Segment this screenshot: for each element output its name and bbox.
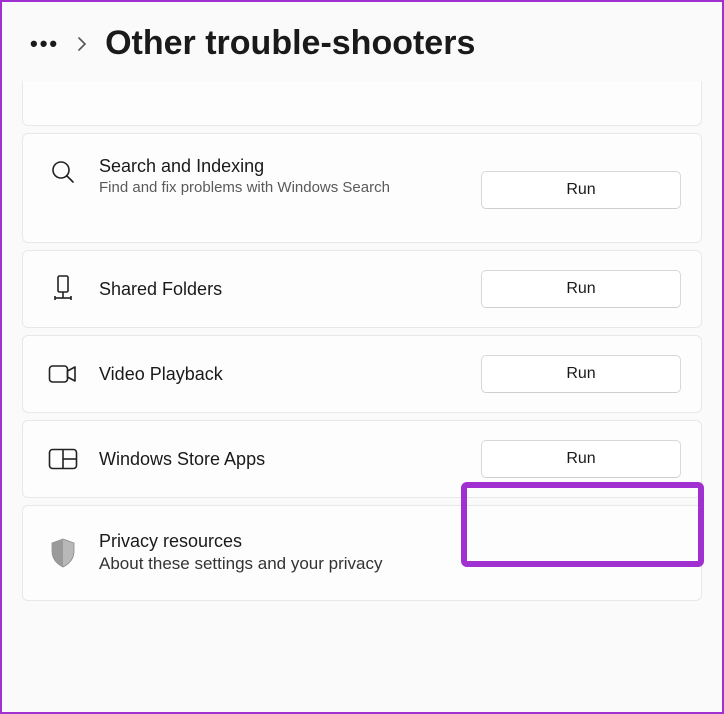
item-desc: Find and fix problems with Windows Searc… (99, 178, 481, 198)
item-text: Windows Store Apps (99, 449, 481, 470)
item-text: Video Playback (99, 364, 481, 385)
search-icon (47, 156, 79, 188)
item-title: Shared Folders (99, 279, 481, 300)
page-title: Other trouble-shooters (105, 24, 475, 63)
item-title: Windows Store Apps (99, 449, 481, 470)
troubleshooter-item-video-playback: Video Playback Run (22, 335, 702, 413)
troubleshooter-item-partial (22, 81, 702, 126)
run-button[interactable]: Run (481, 355, 681, 393)
troubleshooter-item-shared-folders: Shared Folders Run (22, 250, 702, 328)
shield-icon (47, 537, 79, 569)
item-desc: About these settings and your privacy (99, 553, 681, 576)
run-button[interactable]: Run (481, 440, 681, 478)
breadcrumb-header: ••• Other trouble-shooters (2, 2, 722, 81)
item-title: Search and Indexing (99, 156, 481, 177)
troubleshooter-item-search: Search and Indexing Find and fix problem… (22, 133, 702, 243)
troubleshooter-item-windows-store-apps: Windows Store Apps Run (22, 420, 702, 498)
shared-folder-icon (47, 273, 79, 305)
chevron-right-icon (77, 37, 87, 51)
item-title: Video Playback (99, 364, 481, 385)
run-button[interactable]: Run (481, 171, 681, 209)
apps-icon (47, 443, 79, 475)
item-text: Privacy resources About these settings a… (99, 531, 681, 576)
item-text: Shared Folders (99, 279, 481, 300)
item-title: Privacy resources (99, 531, 681, 552)
item-text: Search and Indexing Find and fix problem… (99, 156, 481, 198)
more-icon[interactable]: ••• (30, 31, 59, 57)
troubleshooter-list: Search and Indexing Find and fix problem… (2, 81, 722, 601)
privacy-resources-item[interactable]: Privacy resources About these settings a… (22, 505, 702, 601)
video-icon (47, 358, 79, 390)
run-button[interactable]: Run (481, 270, 681, 308)
